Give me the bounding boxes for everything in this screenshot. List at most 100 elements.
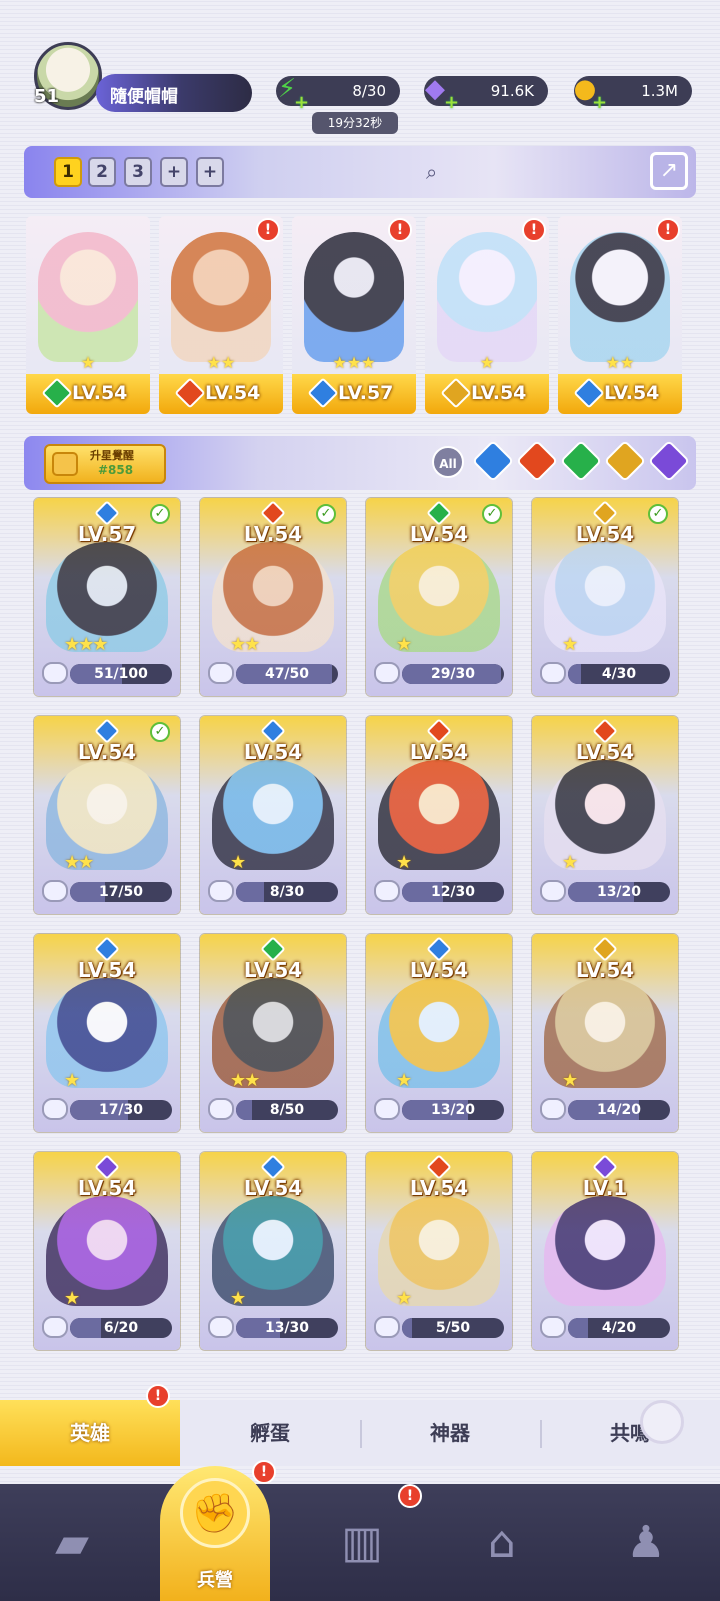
shard-progress-text: 13/20	[596, 884, 642, 900]
hero-level: LV.54	[409, 958, 469, 982]
shard-progress-text: 5/50	[435, 1320, 471, 1336]
shard-progress-bar: 13/20	[402, 1100, 504, 1120]
search-icon[interactable]: ⌕	[426, 160, 437, 184]
shard-icon	[208, 662, 234, 684]
hero-stars: ★	[562, 634, 578, 655]
shard-progress-bar: 13/20	[568, 882, 670, 902]
hero-card[interactable]: ✓ LV.54 ★★ 17/50	[34, 716, 180, 914]
shard-progress-text: 29/30	[430, 666, 476, 682]
book-icon[interactable]: ▥	[320, 1500, 404, 1584]
shard-icon	[208, 1316, 234, 1338]
shard-progress-text: 6/20	[103, 1320, 139, 1336]
hero-level: LV.54	[205, 382, 261, 404]
team-slot[interactable]: ★★ LV.54	[159, 216, 283, 414]
hero-level: LV.54	[604, 382, 660, 404]
hero-portrait	[544, 1196, 666, 1306]
hero-level: LV.1	[582, 1176, 628, 1200]
team-tab-add[interactable]: +	[196, 157, 224, 187]
hero-stars: ★	[562, 1070, 578, 1091]
alert-badge: !	[256, 218, 280, 242]
hero-card[interactable]: LV.54 ★ 6/20	[34, 1152, 180, 1350]
tab-resonance[interactable]: 共鳴	[540, 1400, 720, 1466]
nav-barracks-label: 兵營	[197, 1570, 233, 1591]
energy-timer: 19分32秒	[312, 112, 398, 134]
team-tab-add[interactable]: +	[160, 157, 188, 187]
shard-icon	[208, 880, 234, 902]
shard-progress-bar: 47/50	[236, 664, 338, 684]
awaken-code: #858	[98, 463, 134, 477]
link-icon	[52, 452, 78, 476]
hero-stars: ★★	[64, 852, 94, 873]
hero-card[interactable]: LV.54 ★ 8/30	[200, 716, 346, 914]
hero-card[interactable]: LV.54 ★ 14/20	[532, 934, 678, 1132]
hero-stars: ★	[396, 852, 412, 873]
hero-card[interactable]: LV.54 ★ 12/30	[366, 716, 512, 914]
team-slot[interactable]: ★ LV.54	[425, 216, 549, 414]
hero-stars: ★★	[605, 353, 635, 372]
hero-stars: ★	[230, 1288, 246, 1309]
shard-progress-bar: 8/30	[236, 882, 338, 902]
star-awaken-button[interactable]: 升星覺醒 #858	[44, 444, 166, 484]
gems-add-icon[interactable]: +	[444, 92, 459, 113]
player-name-plate[interactable]: 隨便帽帽	[96, 74, 252, 112]
shard-progress-text: 17/50	[98, 884, 144, 900]
hero-level: LV.54	[575, 958, 635, 982]
team-tab-1[interactable]: 1	[54, 157, 82, 187]
shard-progress-text: 51/100	[94, 666, 148, 682]
hero-level: LV.54	[77, 958, 137, 982]
team-tab-2[interactable]: 2	[88, 157, 116, 187]
alert-badge: !	[522, 218, 546, 242]
hero-level: LV.54	[409, 740, 469, 764]
shard-icon	[374, 1316, 400, 1338]
player-level: 51	[34, 86, 60, 107]
energy-add-icon[interactable]: +	[294, 92, 309, 113]
alert-badge: !	[398, 1484, 422, 1508]
hero-level: LV.57	[338, 382, 394, 404]
tab-heroes[interactable]: 英雄	[0, 1400, 180, 1466]
hero-card[interactable]: LV.54 ★ 13/20	[532, 716, 678, 914]
shard-progress-bar: 14/20	[568, 1100, 670, 1120]
team-slot[interactable]: ★★ LV.54	[558, 216, 682, 414]
hero-stars: ★	[64, 1070, 80, 1091]
shard-icon	[540, 662, 566, 684]
wizard-icon[interactable]: ♟	[604, 1500, 688, 1584]
hero-level: LV.54	[575, 522, 635, 546]
shard-progress-bar: 29/30	[402, 664, 504, 684]
share-icon[interactable]: ↗	[650, 152, 688, 190]
hero-card[interactable]: LV.54 ★ 17/30	[34, 934, 180, 1132]
team-slot[interactable]: ★★★ LV.57	[292, 216, 416, 414]
shrine-icon[interactable]: ⌂	[460, 1500, 544, 1584]
alert-badge: !	[656, 218, 680, 242]
hero-stars: ★	[396, 634, 412, 655]
floating-menu-button[interactable]	[640, 1400, 684, 1444]
tab-artifact[interactable]: 神器	[360, 1400, 540, 1466]
shard-icon	[374, 1098, 400, 1120]
shard-progress-bar: 4/30	[568, 664, 670, 684]
hero-card[interactable]: ✓ LV.54 ★ 29/30	[366, 498, 512, 696]
hero-card[interactable]: ✓ LV.54 ★ 4/30	[532, 498, 678, 696]
hero-card[interactable]: LV.54 ★ 13/30	[200, 1152, 346, 1350]
hero-level: LV.54	[471, 382, 527, 404]
hero-stars: ★	[64, 1288, 80, 1309]
cards-icon[interactable]: ▰	[30, 1500, 114, 1584]
hero-card[interactable]: ✓ LV.57 ★★★ 51/100	[34, 498, 180, 696]
shard-progress-bar: 6/20	[70, 1318, 172, 1338]
hero-card[interactable]: LV.54 ★ 13/20	[366, 934, 512, 1132]
hero-card[interactable]: LV.54 ★★ 8/50	[200, 934, 346, 1132]
hero-stars: ★★	[206, 353, 236, 372]
hero-card[interactable]: ✓ LV.54 ★★ 47/50	[200, 498, 346, 696]
tab-hatch[interactable]: 孵蛋	[180, 1400, 360, 1466]
shard-progress-bar: 12/30	[402, 882, 504, 902]
team-slot[interactable]: ★ LV.54	[26, 216, 150, 414]
shard-progress-text: 4/20	[601, 1320, 637, 1336]
energy-value: 8/30	[352, 82, 386, 100]
check-icon: ✓	[316, 504, 336, 524]
hero-card[interactable]: LV.54 ★ 5/50	[366, 1152, 512, 1350]
team-tab-3[interactable]: 3	[124, 157, 152, 187]
filter-all[interactable]: All	[432, 446, 464, 478]
shard-progress-bar: 8/50	[236, 1100, 338, 1120]
player-name: 隨便帽帽	[110, 87, 178, 107]
coins-add-icon[interactable]: +	[592, 92, 607, 113]
hero-card[interactable]: LV.1 4/20	[532, 1152, 678, 1350]
shard-icon	[42, 1098, 68, 1120]
